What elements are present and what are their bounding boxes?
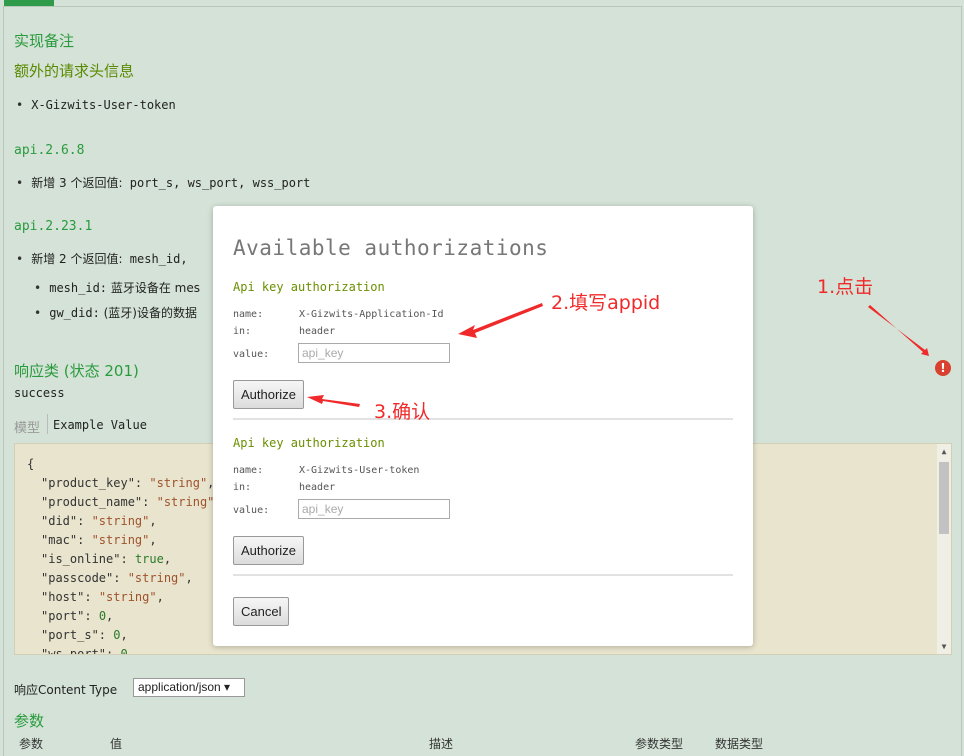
- annotation-step-1: 1.点击: [817, 276, 874, 298]
- annotation-step-3: 3.确认: [374, 401, 431, 423]
- annotation-step-2: 2.填写appid: [551, 292, 661, 314]
- annotation-arrows: [307, 303, 929, 407]
- arrow-to-authorize-button: [307, 395, 360, 407]
- arrow-to-api-key-input: [458, 303, 543, 338]
- arrow-to-warning-icon: [868, 305, 929, 356]
